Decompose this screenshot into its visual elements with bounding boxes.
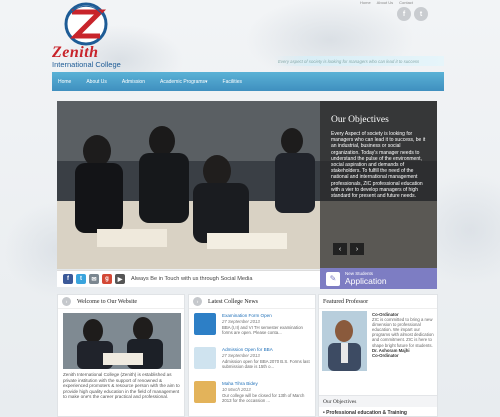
featured-header: Featured Professor: [319, 295, 437, 309]
twitter-icon[interactable]: t: [76, 274, 86, 284]
nav-academic-programs[interactable]: Academic Programs▾: [160, 79, 208, 85]
facebook-icon[interactable]: f: [63, 274, 73, 284]
mail-icon[interactable]: ✉: [89, 274, 99, 284]
featured-column: Featured Professor Co-Ordinator ZIC is c…: [318, 294, 438, 417]
professor-info: Co-Ordinator ZIC is committed to bring a…: [372, 312, 436, 358]
objectives-title: Our Objectives: [331, 115, 389, 125]
main-nav: Home About Us Admission Academic Program…: [52, 72, 444, 91]
professor-name-role: Co-Ordinator: [372, 352, 399, 358]
top-link[interactable]: Contact: [399, 0, 413, 6]
news-item-desc: BBA (I,II) and VI TH semester examinatio…: [222, 325, 303, 335]
top-link[interactable]: Home: [360, 0, 371, 6]
objectives-box-header: Our Objectives: [319, 395, 437, 407]
welcome-column: › Welcome to Our Website Zenith Internat…: [57, 294, 185, 417]
bullet-icon: ›: [62, 297, 71, 306]
welcome-title: Welcome to Our Website: [77, 298, 138, 305]
nav-about-us[interactable]: About Us: [86, 79, 107, 85]
application-button[interactable]: ✎ New Students Application: [320, 268, 437, 289]
nav-facilities[interactable]: Facilities: [223, 79, 242, 85]
news-thumbnail: [194, 381, 216, 403]
news-item-title[interactable]: Maha Tihra Bidey: [222, 381, 258, 386]
news-item[interactable]: Examination Form Open 27 September 2013 …: [194, 313, 314, 343]
top-link[interactable]: About Us: [377, 0, 393, 6]
news-item-date: 27 September 2013: [222, 319, 260, 324]
social-bar-label: Always Be in Touch with us through Socia…: [131, 276, 253, 282]
slider-next-button[interactable]: ›: [350, 243, 364, 255]
news-title: Latest College News: [208, 298, 258, 305]
tagline: Every aspect of society is looking for m…: [274, 56, 444, 66]
google-plus-icon[interactable]: g: [102, 274, 112, 284]
news-item-title[interactable]: Examination Form Open: [222, 313, 272, 318]
welcome-header: › Welcome to Our Website: [58, 295, 184, 309]
news-item-desc: Our college will be closed for 13th of M…: [222, 393, 305, 403]
news-item[interactable]: Admission Open for BBA 27 September 2013…: [194, 347, 314, 377]
bullet-icon: ›: [193, 297, 202, 306]
slider-prev-button[interactable]: ‹: [333, 243, 347, 255]
news-thumbnail: [194, 313, 216, 335]
welcome-text: Zenith International College (Zenith) is…: [63, 372, 180, 400]
document-icon: ✎: [326, 271, 340, 286]
nav-admission[interactable]: Admission: [122, 79, 145, 85]
youtube-icon[interactable]: ▶: [115, 274, 125, 284]
professor-text: ZIC is committed to bring a new dimensio…: [372, 317, 434, 348]
professor-photo: [322, 311, 367, 371]
slider-arrows: ‹ ›: [333, 243, 364, 255]
objectives-text: Every Aspect of society is looking for m…: [331, 131, 426, 200]
objectives-box-item[interactable]: • Professional education & Training: [323, 410, 407, 416]
twitter-icon[interactable]: t: [414, 7, 428, 21]
application-label: Application: [345, 276, 387, 286]
header-social-icons: f t: [397, 7, 428, 21]
featured-title: Featured Professor: [323, 298, 369, 305]
facebook-icon[interactable]: f: [397, 7, 411, 21]
news-item-date: 10 March 2013: [222, 387, 251, 392]
news-item-desc: Admission open for BBA 2070 B.S. Forms l…: [222, 359, 310, 369]
hero-slider[interactable]: Our Objectives Every Aspect of society i…: [57, 101, 437, 269]
news-column: › Latest College News Examination Form O…: [188, 294, 316, 417]
top-links: Home About Us Contact: [360, 0, 413, 6]
news-item-date: 27 September 2013: [222, 353, 260, 358]
nav-home[interactable]: Home: [58, 79, 71, 85]
social-media-bar: f t ✉ g ▶ Always Be in Touch with us thr…: [57, 270, 320, 287]
news-item-title[interactable]: Admission Open for BBA: [222, 347, 273, 352]
brand-subtitle: International College: [52, 60, 121, 69]
welcome-photo: [63, 313, 181, 369]
news-header: › Latest College News: [189, 295, 315, 309]
news-thumbnail: [194, 347, 216, 369]
news-item[interactable]: Maha Tihra Bidey 10 March 2013 Our colle…: [194, 381, 314, 411]
